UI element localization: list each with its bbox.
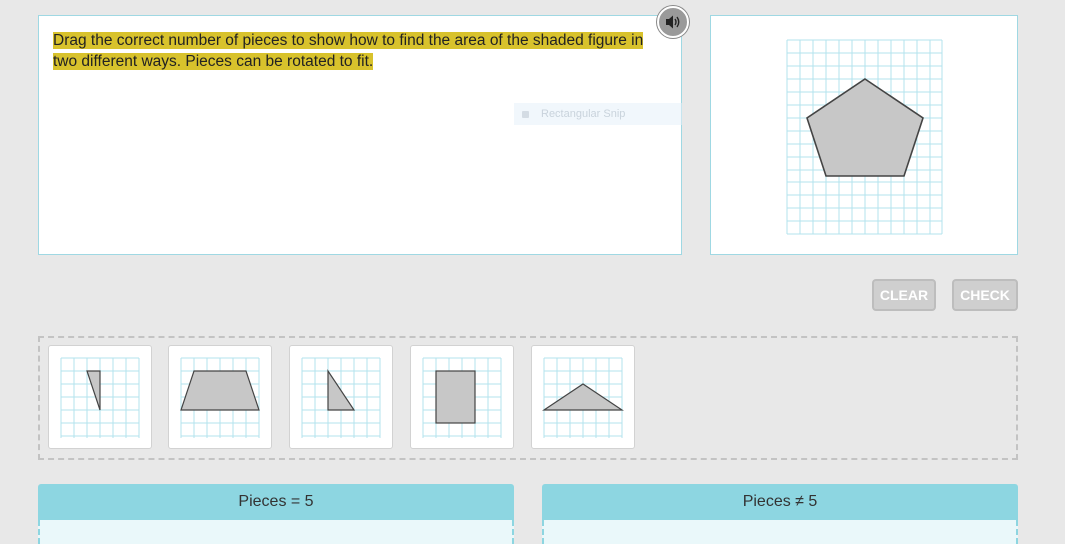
drop-zone-not-equal-5[interactable]: Pieces ≠ 5 <box>542 484 1018 544</box>
question-line-1: Drag the correct number of pieces to sho… <box>53 32 644 49</box>
drop-zone-equal-5[interactable]: Pieces = 5 <box>38 484 514 544</box>
drop-zone-body[interactable] <box>542 520 1018 544</box>
question-line-2: two different ways. Pieces can be rotate… <box>53 53 374 70</box>
drop-zone-header: Pieces = 5 <box>38 484 514 520</box>
pentagon-shape <box>806 78 924 177</box>
question-panel: Drag the correct number of pieces to sho… <box>38 15 682 255</box>
piece-trapezoid[interactable] <box>168 345 272 449</box>
snip-label: Rectangular Snip <box>541 108 626 120</box>
drop-zone-body[interactable] <box>38 520 514 544</box>
check-button[interactable]: CHECK <box>952 279 1018 311</box>
audio-button[interactable] <box>657 6 689 38</box>
piece-narrow-triangle[interactable] <box>48 345 152 449</box>
drop-zone-header: Pieces ≠ 5 <box>542 484 1018 520</box>
piece-isosceles-triangle[interactable] <box>531 345 635 449</box>
piece-rectangle[interactable] <box>410 345 514 449</box>
shaded-figure <box>786 39 943 235</box>
snip-icon <box>522 110 529 118</box>
speaker-icon <box>666 15 680 29</box>
piece-right-triangle[interactable] <box>289 345 393 449</box>
question-text: Drag the correct number of pieces to sho… <box>53 30 671 72</box>
figure-panel <box>710 15 1018 255</box>
clear-button[interactable]: CLEAR <box>872 279 936 311</box>
rectangular-snip-overlay: Rectangular Snip <box>514 103 682 125</box>
